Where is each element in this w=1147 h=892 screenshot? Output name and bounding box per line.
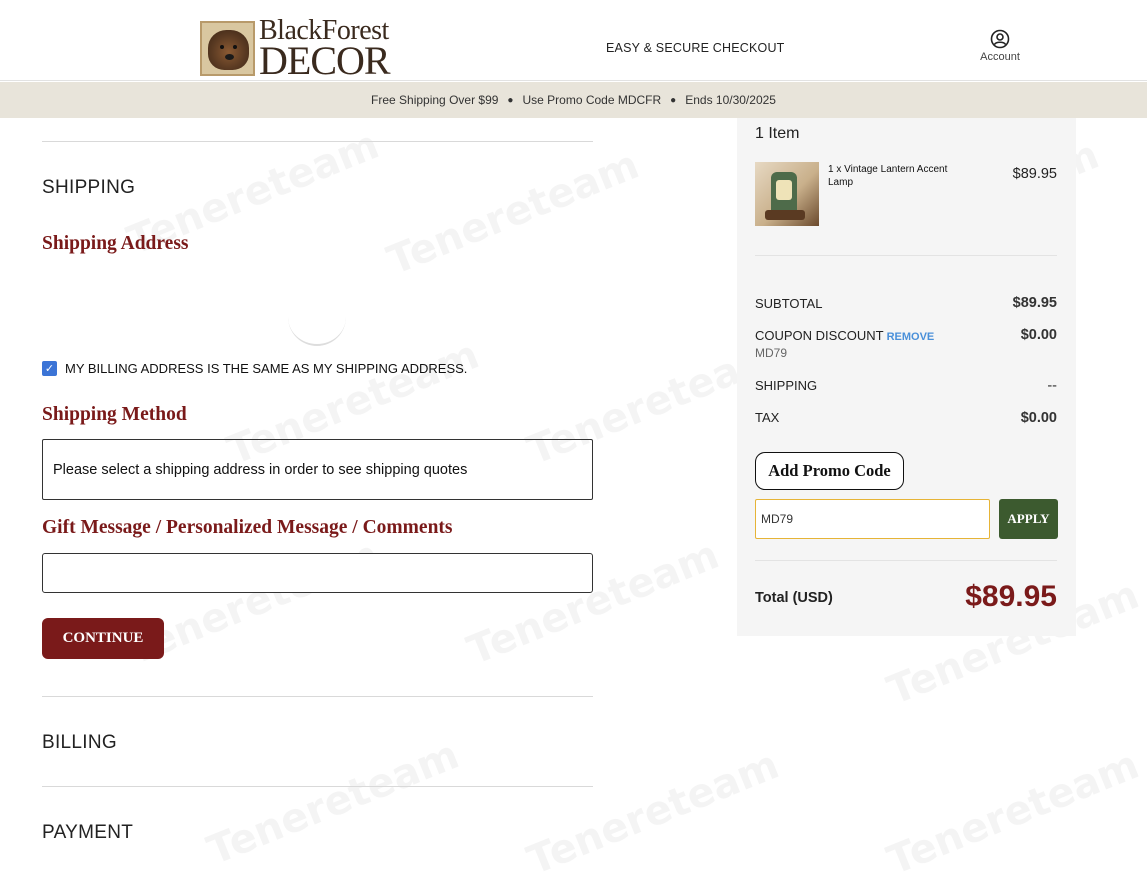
gift-message-heading: Gift Message / Personalized Message / Co… [42, 517, 453, 538]
watermark-text: Tenereteam [381, 142, 645, 284]
item-count: 1 Item [755, 125, 800, 142]
promo-bar-item: Free Shipping Over $99 [371, 93, 499, 107]
promo-bar: Free Shipping Over $99 ● Use Promo Code … [0, 82, 1147, 118]
summary-divider [755, 560, 1057, 561]
shipping-method-heading: Shipping Method [42, 404, 187, 425]
promo-bar-item: Use Promo Code MDCFR [522, 93, 662, 107]
product-price: $89.95 [1012, 166, 1057, 182]
coupon-code: MD79 [755, 346, 788, 360]
tax-value: $0.00 [1020, 410, 1057, 426]
subtotal-label: SUBTOTAL [755, 296, 823, 311]
shipping-label: SHIPPING [755, 378, 818, 393]
add-promo-code-button[interactable]: Add Promo Code [755, 452, 904, 490]
coupon-label: COUPON DISCOUNT [755, 328, 884, 343]
watermark-text: Tenereteam [881, 742, 1145, 884]
gift-message-input[interactable] [42, 553, 593, 593]
total-value: $89.95 [965, 580, 1057, 613]
secure-checkout-label: EASY & SECURE CHECKOUT [606, 41, 785, 55]
total-label: Total (USD) [755, 590, 833, 606]
shipping-method-message: Please select a shipping address in orde… [53, 461, 468, 478]
site-header: BlackForest DECOR EASY & SECURE CHECKOUT… [0, 0, 1147, 81]
billing-same-checkbox[interactable]: ✓ [42, 361, 57, 376]
product-name: 1 x Vintage Lantern Accent Lamp [828, 164, 948, 188]
payment-heading[interactable]: PAYMENT [42, 822, 133, 844]
bear-logo-icon [200, 21, 255, 76]
subtotal-value: $89.95 [1012, 295, 1057, 311]
remove-coupon-link[interactable]: REMOVE [887, 331, 935, 343]
logo-wordmark: BlackForest DECOR [259, 16, 391, 84]
tax-label: TAX [755, 410, 780, 425]
billing-same-label[interactable]: MY BILLING ADDRESS IS THE SAME AS MY SHI… [65, 361, 467, 376]
coupon-value: $0.00 [1020, 327, 1057, 343]
summary-divider [755, 255, 1057, 256]
account-link[interactable]: Account [975, 29, 1025, 63]
site-logo[interactable]: BlackForest DECOR [200, 16, 391, 84]
divider [42, 141, 593, 142]
promo-bar-item: Ends 10/30/2025 [685, 93, 776, 107]
product-thumbnail [755, 162, 819, 226]
watermark-text: Tenereteam [201, 732, 465, 874]
apply-button[interactable]: APPLY [999, 499, 1058, 539]
shipping-value: -- [1047, 378, 1057, 394]
bullet-icon: ● [670, 94, 677, 106]
coupon-label-row: COUPON DISCOUNT REMOVE [755, 328, 934, 343]
continue-button[interactable]: CONTINUE [42, 618, 164, 659]
promo-code-input[interactable] [755, 499, 990, 539]
logo-line-2: DECOR [259, 38, 391, 84]
divider [42, 696, 593, 697]
billing-heading[interactable]: BILLING [42, 732, 117, 754]
user-circle-icon [990, 29, 1010, 49]
bullet-icon: ● [507, 94, 514, 106]
billing-same-checkbox-row[interactable]: ✓ MY BILLING ADDRESS IS THE SAME AS MY S… [42, 361, 467, 376]
account-label: Account [980, 51, 1020, 63]
watermark-text: Tenereteam [521, 742, 785, 884]
shipping-method-box: Please select a shipping address in orde… [42, 439, 593, 500]
loading-spinner-icon [288, 296, 346, 346]
shipping-heading: SHIPPING [42, 177, 136, 198]
divider [42, 786, 593, 787]
shipping-address-heading: Shipping Address [42, 233, 189, 254]
